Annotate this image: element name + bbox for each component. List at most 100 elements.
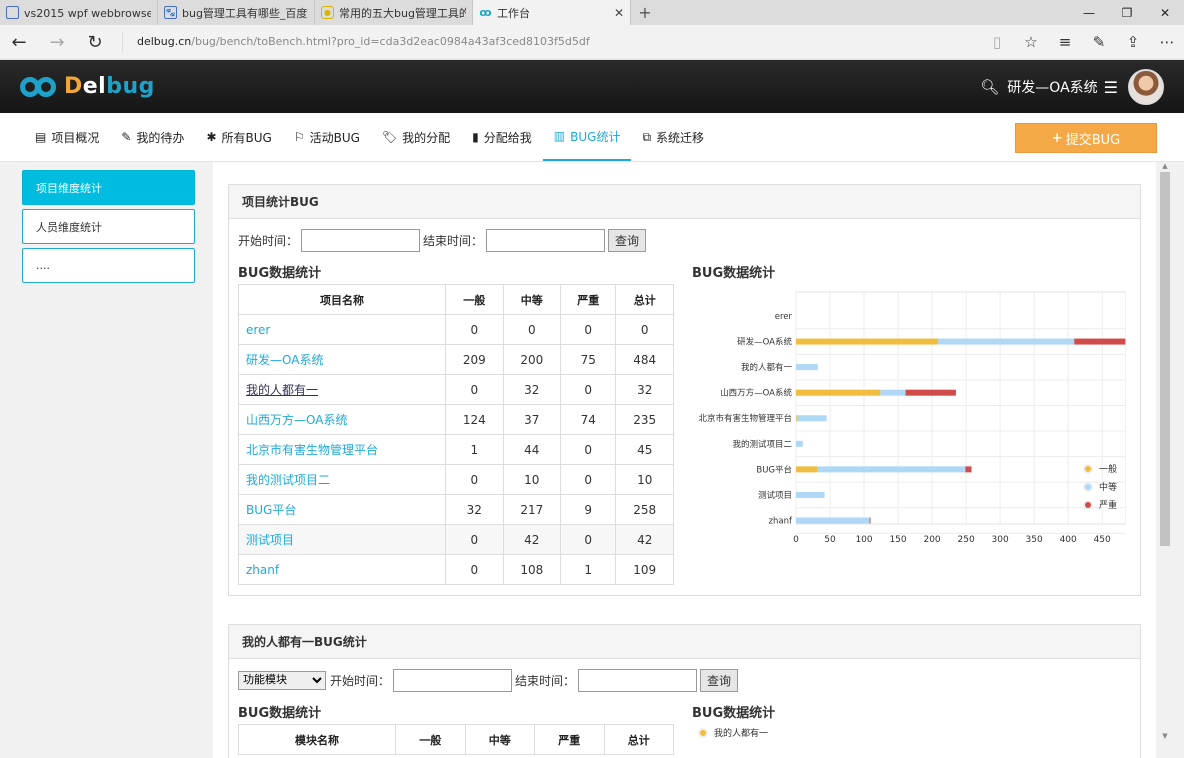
bug-stats-table: 项目名称 一般 中等 严重 总计 erer 0 0 0 0 研发—OA系统 209 200 75… <box>238 284 674 585</box>
table-row: 研发—OA系统 209 200 75 484 <box>238 344 674 375</box>
page-scrollbar[interactable]: ▲ ▼ <box>1158 162 1172 758</box>
close-window-icon[interactable]: ✕ <box>1146 0 1184 25</box>
end-time-input[interactable] <box>578 668 698 692</box>
date-filter: 开始时间： 结束时间： 查询 <box>238 227 1132 253</box>
scroll-down-icon[interactable]: ▼ <box>1158 732 1172 740</box>
share-icon[interactable]: ⇪ <box>1116 25 1150 60</box>
table-cell: 74 <box>560 404 617 435</box>
start-time-label: 开始时间： <box>330 673 391 688</box>
project-name-link[interactable]: 研发—OA系统 <box>238 344 446 375</box>
query-button[interactable]: 查询 <box>700 668 739 692</box>
nav-item-active-bugs[interactable]: ⚐ 活动BUG <box>283 113 371 161</box>
favorite-star-icon[interactable]: ☆ <box>1014 25 1048 60</box>
category-label: zhanf <box>769 516 793 526</box>
x-tick-label: 350 <box>1026 535 1043 545</box>
legend-item[interactable]: 我的人都有一 <box>692 726 1132 739</box>
browser-tab[interactable]: 🐾 bug管理工具有哪些_百度搜 <box>158 0 315 25</box>
legend-item-normal[interactable]: 一般 <box>1082 462 1117 475</box>
nav-item-bug-stats[interactable]: ▥ BUG统计 <box>542 113 632 161</box>
sidebar: 项目维度统计 人员维度统计 .... <box>22 170 195 287</box>
close-tab-icon[interactable]: ✕ <box>606 6 624 20</box>
bar-segment-severe <box>965 466 972 473</box>
restore-icon[interactable]: ❐ <box>1108 0 1146 25</box>
delbug-icon: ꝏ <box>479 6 492 19</box>
project-name-link[interactable]: erer <box>238 314 446 345</box>
x-tick-label: 400 <box>1060 535 1077 545</box>
nav-item-migration[interactable]: ⧉ 系统迁移 <box>631 113 715 161</box>
chart-title: BUG数据统计 <box>692 266 776 281</box>
panel-title: 项目统计BUG <box>229 185 1140 219</box>
sidebar-item-more[interactable]: .... <box>22 248 195 283</box>
browser-tab[interactable]: ● 常用的五大bug管理工具的 <box>315 0 473 25</box>
project-name-link[interactable]: BUG平台 <box>238 494 446 525</box>
nav-item-all-bugs[interactable]: ✱ 所有BUG <box>195 113 282 161</box>
x-tick-label: 450 <box>1094 535 1111 545</box>
plus-icon: + <box>1051 130 1063 146</box>
start-time-input[interactable] <box>393 668 513 692</box>
browser-tab[interactable]: vs2015 wpf webbrowser去掉 <box>0 0 158 25</box>
scrollbar-thumb[interactable] <box>1160 172 1170 546</box>
table-cell: 209 <box>445 344 504 375</box>
edit-icon: ✎ <box>121 130 132 144</box>
query-button[interactable]: 查询 <box>608 228 647 252</box>
flag-icon: ⚐ <box>293 130 305 144</box>
sidebar-item-person-stats[interactable]: 人员维度统计 <box>22 209 195 244</box>
module-select[interactable]: 功能模块 <box>238 670 326 690</box>
sidebar-item-project-stats[interactable]: 项目维度统计 <box>22 170 195 205</box>
bar-segment-normal <box>796 389 881 396</box>
bar-segment-normal <box>796 338 939 345</box>
hub-icon[interactable]: ≡ <box>1048 25 1082 60</box>
tab-title: 常用的五大bug管理工具的 <box>339 6 466 20</box>
table-cell: 0 <box>445 464 504 495</box>
table-title: BUG数据统计 <box>238 706 322 721</box>
project-name-link[interactable]: 北京市有害生物管理平台 <box>238 434 446 465</box>
category-label: BUG平台 <box>756 464 792 475</box>
nav-item-my-todo[interactable]: ✎ 我的待办 <box>110 113 195 161</box>
refresh-icon[interactable]: ↻ <box>76 25 114 60</box>
nav-item-overview[interactable]: ▤ 项目概况 <box>24 113 110 161</box>
table-cell: 217 <box>502 494 562 525</box>
start-time-input[interactable] <box>301 228 421 252</box>
brand-name: Delbug <box>64 74 155 99</box>
project-name-link[interactable]: 山西万方—OA系统 <box>238 404 446 435</box>
project-name-link[interactable]: zhanf <box>238 554 446 585</box>
new-tab-icon[interactable]: + <box>631 0 659 25</box>
tags-icon: 🏷︎ <box>381 130 398 144</box>
logo-mark-icon <box>20 74 58 100</box>
project-name-link[interactable]: 测试项目 <box>238 524 446 555</box>
avatar[interactable] <box>1128 69 1164 105</box>
minimize-icon[interactable]: — <box>1070 0 1108 25</box>
reading-view-icon[interactable]: ▯ <box>980 25 1014 60</box>
nav-item-my-assignments[interactable]: 🏷︎ 我的分配 <box>371 113 461 161</box>
end-time-input[interactable] <box>486 228 606 252</box>
forward-icon[interactable]: → <box>38 25 76 60</box>
project-selector[interactable]: 研发—OA系统 <box>1007 77 1097 97</box>
module-stats-table: 模块名称 一般 中等 严重 总计 <box>238 724 674 755</box>
table-cell: 108 <box>502 554 562 585</box>
submit-bug-button[interactable]: + 提交BUG <box>1015 123 1157 153</box>
scroll-up-icon[interactable]: ▲ <box>1158 162 1172 170</box>
table-cell: 0 <box>615 314 674 345</box>
project-name-link[interactable]: 我的测试项目二 <box>238 464 446 495</box>
table-cell: 32 <box>502 374 562 405</box>
back-icon[interactable]: ← <box>0 25 38 60</box>
project-stats-panel: 项目统计BUG 开始时间： 结束时间： 查询 BUG数据统计 项目名称 一般 中… <box>228 184 1141 596</box>
nav-item-assigned-to-me[interactable]: ▮ 分配给我 <box>461 113 543 161</box>
legend-item-medium[interactable]: 中等 <box>1082 480 1117 493</box>
browser-tab-active[interactable]: ꝏ 工作台 ✕ <box>473 0 631 25</box>
panel-title: 我的人都有一BUG统计 <box>229 625 1140 659</box>
plot-frame <box>795 291 1127 525</box>
delbug-logo[interactable]: Delbug <box>20 74 155 100</box>
x-tick-label: 0 <box>793 535 799 545</box>
more-icon[interactable]: ⋯ <box>1150 25 1184 60</box>
table-cell: 10 <box>615 464 674 495</box>
menu-icon[interactable]: ☰ <box>1104 78 1118 97</box>
chart-title: BUG数据统计 <box>692 706 776 721</box>
category-label: 山西万方—OA系统 <box>720 388 792 399</box>
url-field[interactable]: delbug.cn/bug/bench/toBench.html?pro_id=… <box>122 32 980 52</box>
search-icon[interactable]: 🔍︎ <box>980 78 999 96</box>
bar-segment-medium <box>796 364 818 371</box>
project-name-link[interactable]: 我的人都有一 <box>238 374 446 405</box>
web-note-icon[interactable]: ✎ <box>1082 25 1116 60</box>
legend-item-severe[interactable]: 严重 <box>1082 498 1117 511</box>
